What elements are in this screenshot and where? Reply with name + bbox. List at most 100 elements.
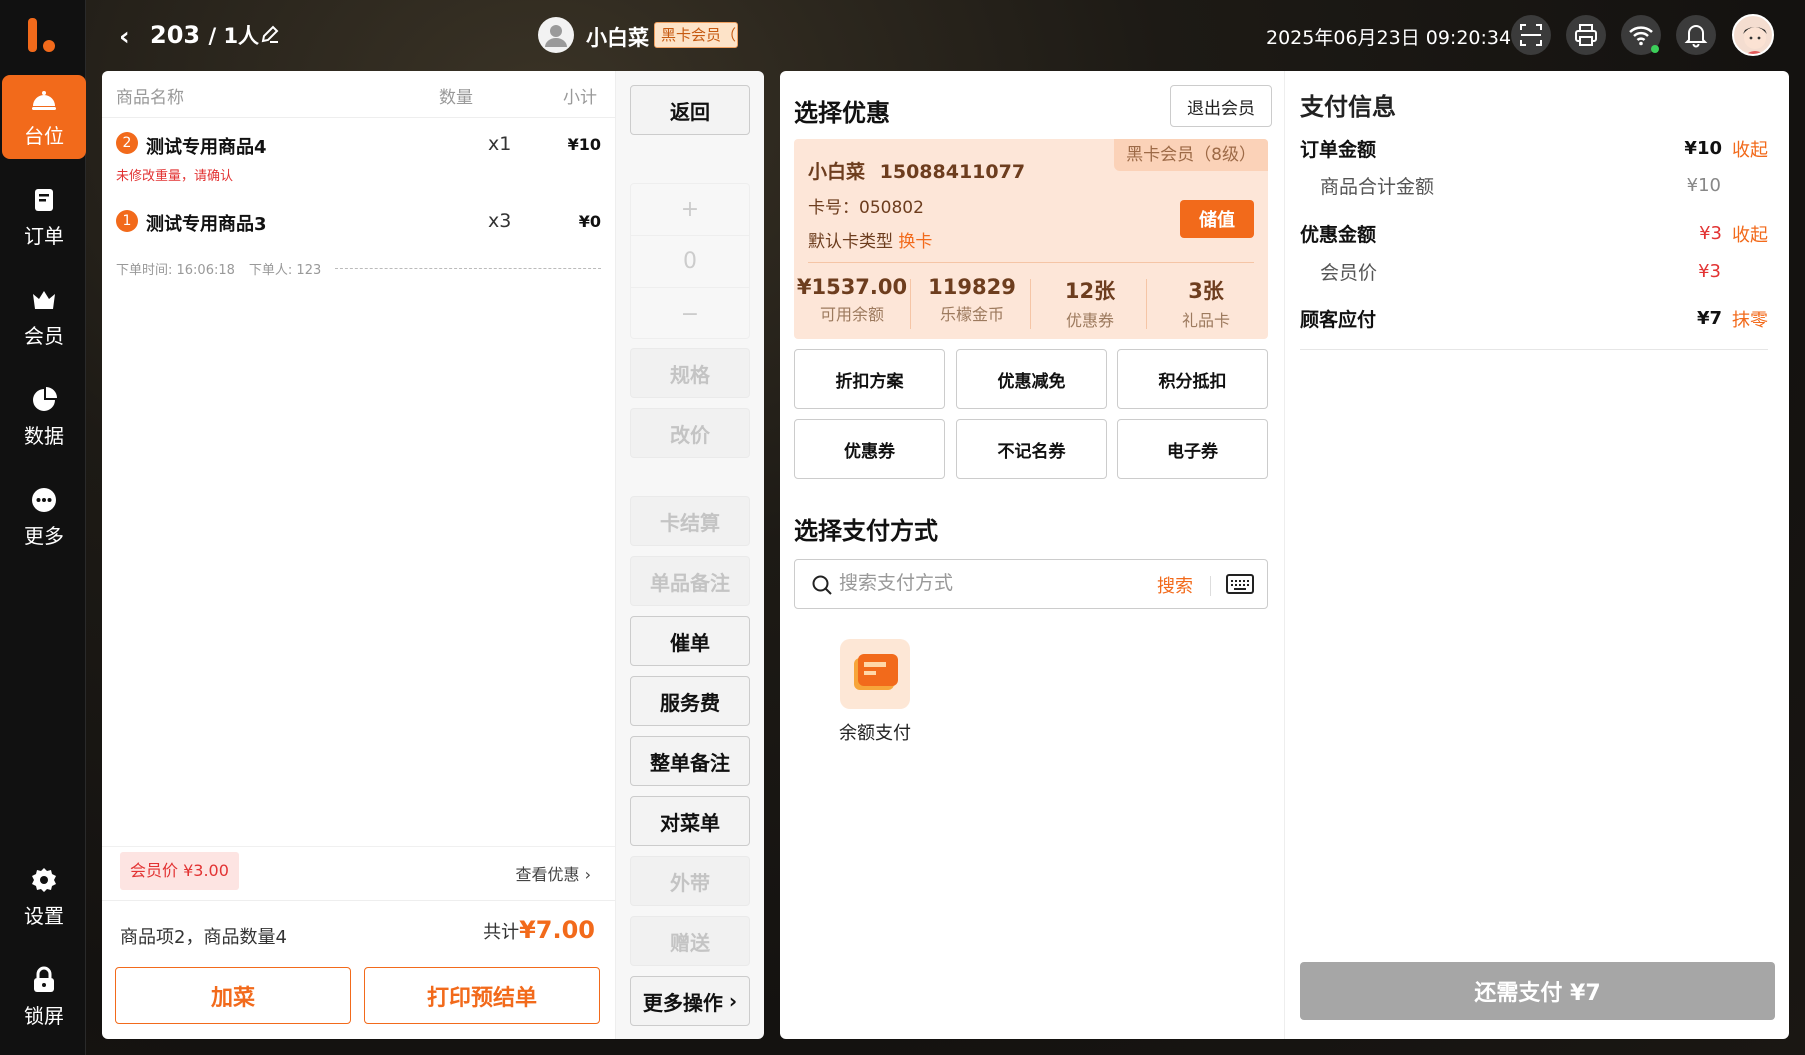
discount-amount-label: 优惠金额 <box>1300 224 1377 246</box>
sidebar-item-more[interactable]: 更多 <box>2 475 86 559</box>
discount-amount-row: 优惠金额 ¥3 收起 <box>1300 220 1768 247</box>
payable-row: 顾客应付 ¥7 抹零 <box>1300 305 1768 332</box>
print-prebill-button[interactable]: 打印预结单 <box>364 967 600 1024</box>
payment-search-box: 搜索 <box>794 559 1268 609</box>
total-label: 共计 <box>483 922 520 943</box>
gift-button[interactable]: 赠送 <box>630 916 750 966</box>
stat-value: 12张 <box>1064 279 1116 303</box>
wifi-icon <box>1629 26 1653 46</box>
sidebar: 台位 订单 会员 数据 更多 设置 锁屏 <box>0 0 86 1055</box>
sidebar-item-label: 锁屏 <box>24 1003 64 1028</box>
divider <box>1210 576 1211 596</box>
round-off-button[interactable]: 抹零 <box>1732 306 1768 332</box>
member-price-label: 会员价 <box>1320 262 1378 284</box>
view-offers-link[interactable]: 查看优惠 › <box>515 861 591 885</box>
sidebar-item-settings[interactable]: 设置 <box>2 855 86 939</box>
stat-coins[interactable]: 119829 乐檬金币 <box>914 275 1030 325</box>
stepper-plus[interactable]: + <box>631 184 749 236</box>
view-offers-label: 查看优惠 <box>515 865 580 884</box>
remaining-payment-button[interactable]: 还需支付 ¥7 <box>1300 962 1775 1020</box>
discount-option-bearer-coupon[interactable]: 不记名券 <box>956 419 1107 479</box>
member-price-value: ¥3 <box>1698 261 1721 282</box>
item-subtotal: ¥10 <box>567 135 601 154</box>
service-fee-button[interactable]: 服务费 <box>630 676 750 726</box>
payment-search-input[interactable] <box>839 572 1139 594</box>
payment-method-balance[interactable]: 余额支付 <box>830 639 920 745</box>
edit-icon[interactable] <box>260 24 280 44</box>
divider <box>910 279 911 329</box>
sidebar-item-label: 数据 <box>24 423 64 448</box>
scan-button[interactable] <box>1511 15 1551 55</box>
sidebar-item-data[interactable]: 数据 <box>2 375 86 459</box>
stat-gift-cards[interactable]: 3张 礼品卡 <box>1148 275 1264 331</box>
card-holder-phone: 15088411077 <box>879 161 1026 183</box>
sidebar-item-lock[interactable]: 锁屏 <box>2 955 86 1039</box>
order-amount-row: 订单金额 ¥10 收起 <box>1300 135 1768 162</box>
wifi-button[interactable] <box>1621 15 1661 55</box>
item-note-button[interactable]: 单品备注 <box>630 556 750 606</box>
table-number: 203 <box>150 21 201 49</box>
stepper-minus[interactable]: − <box>631 288 749 340</box>
total-amount: ¥7.00 <box>519 916 595 944</box>
discount-option-coupon[interactable]: 优惠券 <box>794 419 945 479</box>
user-avatar[interactable] <box>1732 14 1774 56</box>
collapse-discount-amount[interactable]: 收起 <box>1732 221 1768 247</box>
sidebar-item-tables[interactable]: 台位 <box>2 75 86 159</box>
notification-button[interactable] <box>1676 15 1716 55</box>
exit-member-button[interactable]: 退出会员 <box>1170 85 1272 127</box>
sidebar-item-label: 会员 <box>24 323 64 348</box>
discount-option-points[interactable]: 积分抵扣 <box>1117 349 1268 409</box>
member-price-row: 会员价 ¥3 <box>1300 258 1768 285</box>
discount-option-discount-plan[interactable]: 折扣方案 <box>794 349 945 409</box>
sidebar-item-label: 台位 <box>24 123 64 148</box>
divider <box>808 262 1254 263</box>
collapse-order-amount[interactable]: 收起 <box>1732 136 1768 162</box>
check-dishes-button[interactable]: 对菜单 <box>630 796 750 846</box>
add-dish-button[interactable]: 加菜 <box>115 967 351 1024</box>
payment-info-title: 支付信息 <box>1300 93 1396 121</box>
back-button[interactable]: 返回 <box>630 85 750 135</box>
stat-balance[interactable]: ¥1537.00 可用余额 <box>794 275 910 325</box>
order-panel: 商品名称 数量 小计 2 测试专用商品4 x1 ¥10 未修改重量，请确认 1 … <box>102 71 615 1039</box>
card-holder: 小白菜 15088411077 <box>808 157 1025 184</box>
keyboard-icon[interactable] <box>1225 572 1255 596</box>
discount-option-e-coupon[interactable]: 电子券 <box>1117 419 1268 479</box>
back-chevron-icon[interactable]: ‹ <box>119 22 130 52</box>
stat-label: 优惠券 <box>1065 311 1114 330</box>
member-price-tag: 会员价 ¥3.00 <box>120 852 239 890</box>
print-button[interactable] <box>1566 15 1606 55</box>
order-meta: 下单时间: 16:06:18 下单人: 123 <box>116 259 601 278</box>
card-type: 默认卡类型 换卡 <box>808 227 932 252</box>
member-card: 黑卡会员（8级） 小白菜 15088411077 卡号：050802 默认卡类型… <box>794 139 1268 339</box>
order-summary: 商品项2，商品数量4 <box>120 927 287 948</box>
spec-button[interactable]: 规格 <box>630 348 750 398</box>
swap-card-link[interactable]: 换卡 <box>898 232 932 252</box>
card-holder-name: 小白菜 <box>808 161 866 183</box>
divider <box>102 117 615 118</box>
takeout-button[interactable]: 外带 <box>630 856 750 906</box>
sidebar-item-label: 设置 <box>24 903 64 928</box>
divider <box>1300 349 1768 350</box>
payment-info-panel: 支付信息 订单金额 ¥10 收起 商品合计金额 ¥10 优惠金额 ¥3 收起 会… <box>1285 71 1789 1039</box>
sidebar-item-orders[interactable]: 订单 <box>2 175 86 259</box>
quantity-stepper[interactable]: + 0 − <box>630 183 750 339</box>
sidebar-item-label: 订单 <box>24 223 64 248</box>
search-button[interactable]: 搜索 <box>1157 572 1193 598</box>
sidebar-item-members[interactable]: 会员 <box>2 275 86 359</box>
more-ops-button[interactable]: 更多操作 › <box>630 976 750 1026</box>
member-name[interactable]: 小白菜 <box>586 22 649 52</box>
current-datetime: 2025年06月23日 09:20:34 <box>1266 27 1512 49</box>
recharge-button[interactable]: 储值 <box>1180 200 1254 238</box>
item-name: 测试专用商品3 <box>146 214 267 235</box>
chevron-right-icon: › <box>728 989 738 1013</box>
payable-label: 顾客应付 <box>1300 309 1377 331</box>
card-settle-button[interactable]: 卡结算 <box>630 496 750 546</box>
stat-coupons[interactable]: 12张 优惠券 <box>1032 275 1148 331</box>
rush-button[interactable]: 催单 <box>630 616 750 666</box>
order-time: 下单时间: 16:06:18 <box>116 263 235 278</box>
order-note-button[interactable]: 整单备注 <box>630 736 750 786</box>
discount-option-reduction[interactable]: 优惠减免 <box>956 349 1107 409</box>
payable-value: ¥7 <box>1696 308 1722 329</box>
change-price-button[interactable]: 改价 <box>630 408 750 458</box>
member-avatar[interactable] <box>538 17 574 53</box>
